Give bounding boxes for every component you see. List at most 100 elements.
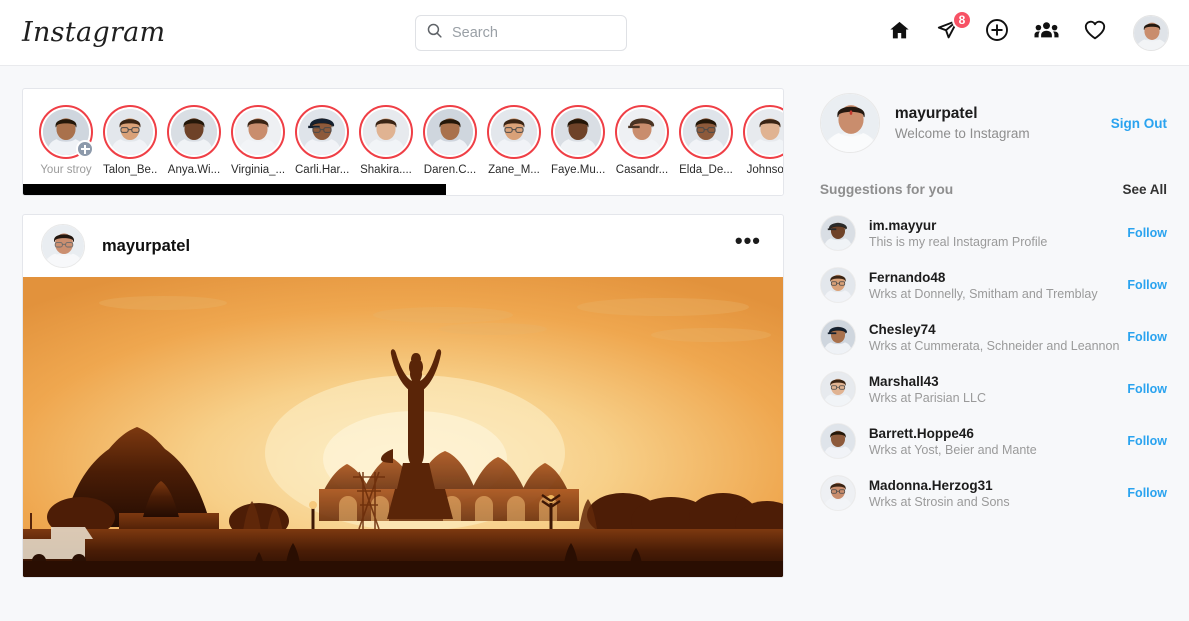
follow-button[interactable]: Follow [1119,486,1167,500]
suggestion-text: Madonna.Herzog31 Wrks at Strosin and Son… [869,478,1010,509]
story-ring[interactable] [487,105,541,159]
messages-button[interactable]: 8 [934,9,972,47]
heart-icon [1083,18,1107,47]
follow-button[interactable]: Follow [1119,434,1167,448]
follow-button[interactable]: Follow [1119,330,1167,344]
suggestion-avatar[interactable] [819,319,856,355]
search-container [415,15,627,51]
see-all-link[interactable]: See All [1122,182,1167,197]
feed-column: Your stroy Talon_Be... Anya.Wi... Virgin… [0,66,795,621]
suggestion-row[interactable]: im.mayyur This is my real Instagram Prof… [819,207,1167,259]
suggestion-username[interactable]: im.mayyur [869,218,1048,233]
stories-scrollbar-track[interactable] [23,184,783,195]
story-item[interactable]: Your stroy [39,105,94,176]
post-image[interactable] [23,277,783,577]
story-ring[interactable] [551,105,605,159]
top-navbar: Instagram Search 8 [0,0,1189,66]
story-item[interactable]: Talon_Be... [103,105,157,176]
suggestion-avatar[interactable] [819,423,856,459]
story-ring[interactable] [295,105,349,159]
suggestion-avatar[interactable] [819,475,856,511]
story-avatar [747,109,783,155]
people-icon [1033,18,1059,48]
suggestion-row[interactable]: Madonna.Herzog31 Wrks at Strosin and Son… [819,467,1167,519]
suggestion-row[interactable]: Chesley74 Wrks at Cummerata, Schneider a… [819,311,1167,363]
suggestion-username[interactable]: Fernando48 [869,270,1098,285]
story-label: Faye.Mu... [551,164,605,176]
story-avatar [235,109,281,155]
home-button[interactable] [885,19,913,47]
post-card: mayurpatel ••• [22,214,784,578]
suggestion-row[interactable]: Fernando48 Wrks at Donnelly, Smitham and… [819,259,1167,311]
page-body: Your stroy Talon_Be... Anya.Wi... Virgin… [0,66,1189,621]
suggestion-avatar[interactable] [819,215,856,251]
story-label: Virginia_... [231,164,285,176]
plus-circle-icon [985,18,1009,47]
story-ring[interactable] [39,105,94,159]
follow-button[interactable]: Follow [1119,226,1167,240]
story-item[interactable]: Zane_M... [487,105,541,176]
create-button[interactable] [983,19,1011,47]
add-story-icon[interactable] [76,140,94,158]
story-avatar [619,109,665,155]
current-user-info: mayurpatel Welcome to Instagram [895,105,1030,141]
stories-card: Your stroy Talon_Be... Anya.Wi... Virgin… [22,88,784,196]
story-item[interactable]: Carli.Har... [295,105,349,176]
story-ring[interactable] [743,105,783,159]
search-input[interactable] [452,25,616,41]
search-icon [426,22,452,44]
post-author-username[interactable]: mayurpatel [102,237,190,256]
instagram-logo[interactable]: Instagram [22,17,165,48]
suggestion-text: Fernando48 Wrks at Donnelly, Smitham and… [869,270,1098,301]
story-ring[interactable] [167,105,221,159]
search-box[interactable] [415,15,627,51]
story-item[interactable]: Johnso... [743,105,783,176]
people-button[interactable] [1032,19,1060,47]
suggestion-row[interactable]: Barrett.Hoppe46 Wrks at Yost, Beier and … [819,415,1167,467]
story-item[interactable]: Casandr... [615,105,669,176]
suggestion-text: Marshall43 Wrks at Parisian LLC [869,374,986,405]
stories-scrollbar-thumb[interactable] [23,184,446,195]
suggestion-avatar[interactable] [819,371,856,407]
suggestion-text: Barrett.Hoppe46 Wrks at Yost, Beier and … [869,426,1037,457]
story-ring[interactable] [615,105,669,159]
suggestion-username[interactable]: Barrett.Hoppe46 [869,426,1037,441]
current-user-subtitle: Welcome to Instagram [894,126,1030,141]
story-avatar [683,109,729,155]
sign-out-link[interactable]: Sign Out [1111,116,1167,131]
story-label: Talon_Be... [103,164,157,176]
story-ring[interactable] [679,105,733,159]
story-item[interactable]: Daren.C... [423,105,477,176]
suggestion-username[interactable]: Marshall43 [869,374,986,389]
current-user-avatar[interactable] [819,93,880,153]
suggestion-row[interactable]: Marshall43 Wrks at Parisian LLC Follow [819,363,1167,415]
story-item[interactable]: Elda_De... [679,105,733,176]
suggestion-username[interactable]: Chesley74 [869,322,1120,337]
story-item[interactable]: Shakira.... [359,105,413,176]
avatar [1134,15,1168,50]
post-options-icon[interactable]: ••• [735,230,761,256]
current-user-name[interactable]: mayurpatel [895,105,1030,123]
home-icon [888,19,911,47]
sidebar-column: mayurpatel Welcome to Instagram Sign Out… [795,66,1189,621]
suggestion-description: Wrks at Donnelly, Smitham and Tremblay [868,286,1098,301]
story-ring[interactable] [103,105,157,159]
activity-button[interactable] [1081,19,1109,47]
story-item[interactable]: Faye.Mu... [551,105,605,176]
story-item[interactable]: Anya.Wi... [167,105,221,176]
follow-button[interactable]: Follow [1119,278,1167,292]
story-avatar [299,109,345,155]
story-item[interactable]: Virginia_... [231,105,285,176]
story-ring[interactable] [231,105,285,159]
post-author-avatar[interactable] [41,224,85,268]
suggestion-description: Wrks at Parisian LLC [868,390,986,405]
suggestion-avatar[interactable] [819,267,856,303]
story-ring[interactable] [423,105,477,159]
story-ring[interactable] [359,105,413,159]
stories-strip[interactable]: Your stroy Talon_Be... Anya.Wi... Virgin… [23,105,783,182]
follow-button[interactable]: Follow [1119,382,1167,396]
suggestion-username[interactable]: Madonna.Herzog31 [869,478,1010,493]
suggestions-title: Suggestions for you [819,182,954,197]
nav-icon-group: 8 [885,9,1169,51]
profile-avatar-button[interactable] [1133,14,1169,51]
